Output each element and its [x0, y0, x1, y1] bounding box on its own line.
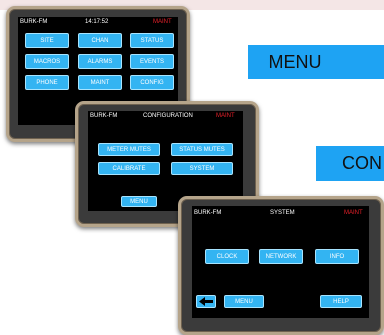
screen-title: SYSTEM: [270, 210, 295, 216]
menu-button[interactable]: MENU: [121, 196, 157, 207]
maint-button[interactable]: MAINT: [78, 75, 122, 90]
config-button[interactable]: CONFIG: [130, 75, 174, 90]
phone-button[interactable]: PHONE: [25, 75, 69, 90]
events-button[interactable]: EVENTS: [130, 54, 174, 69]
station-name: BURK-FM: [90, 113, 118, 119]
back-arrow-icon: [199, 297, 213, 306]
status-indicator: MAINT: [153, 19, 172, 25]
network-button[interactable]: NETWORK: [259, 249, 303, 264]
status-indicator: MAINT: [216, 113, 235, 119]
meter-mutes-button[interactable]: METER MUTES: [98, 143, 160, 156]
menu-label-button[interactable]: MENU: [248, 45, 384, 79]
station-name: BURK-FM: [194, 210, 222, 216]
config-label-button[interactable]: CON: [316, 146, 384, 181]
clock-button[interactable]: CLOCK: [205, 249, 249, 264]
station-name: BURK-FM: [20, 19, 48, 25]
alarms-button[interactable]: ALARMS: [78, 54, 122, 69]
system-screen: BURK-FM SYSTEM MAINT CLOCK NETWORK INFO …: [192, 206, 369, 318]
system-device: BURK-FM SYSTEM MAINT CLOCK NETWORK INFO …: [178, 196, 384, 335]
status-button[interactable]: STATUS: [130, 33, 174, 48]
chan-button[interactable]: CHAN: [78, 33, 122, 48]
back-button[interactable]: [196, 295, 216, 308]
status-indicator: MAINT: [344, 210, 363, 216]
system-button[interactable]: SYSTEM: [171, 162, 233, 175]
clock-time: 14:17:52: [85, 19, 109, 25]
screen-title: CONFIGURATION: [143, 113, 193, 119]
status-mutes-button[interactable]: STATUS MUTES: [171, 143, 233, 156]
calibrate-button[interactable]: CALIBRATE: [98, 162, 160, 175]
help-button[interactable]: HELP: [320, 295, 362, 308]
site-button[interactable]: SITE: [25, 33, 69, 48]
macros-button[interactable]: MACROS: [25, 54, 69, 69]
info-button[interactable]: INFO: [315, 249, 359, 264]
menu-button[interactable]: MENU: [224, 295, 264, 308]
